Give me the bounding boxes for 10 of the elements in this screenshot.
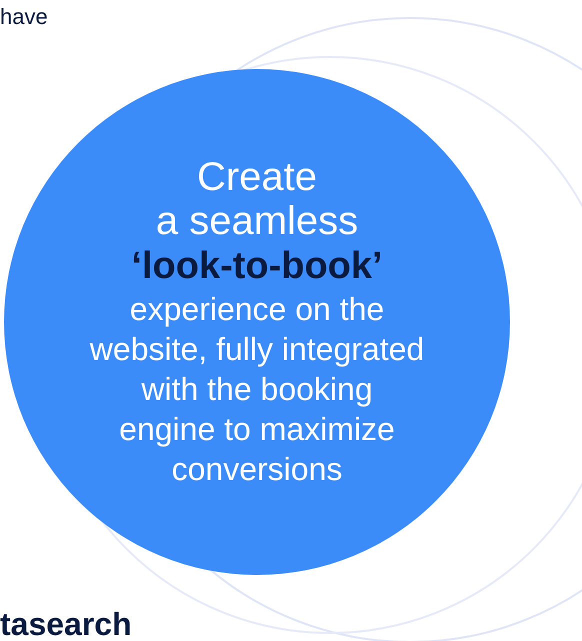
body-line: with the booking [141,370,373,409]
section-heading: tasearch [0,606,132,641]
heading-line: Create [196,155,318,199]
body-line: website, fully integrated [90,330,424,369]
body-line: experience on the [130,290,384,329]
body-line: conversions [172,450,342,489]
intro-text: have [0,4,48,30]
heading-line: a seamless [156,199,358,243]
highlight-text: ‘look-to-book’ [131,244,383,289]
body-line: engine to maximize [119,410,395,449]
